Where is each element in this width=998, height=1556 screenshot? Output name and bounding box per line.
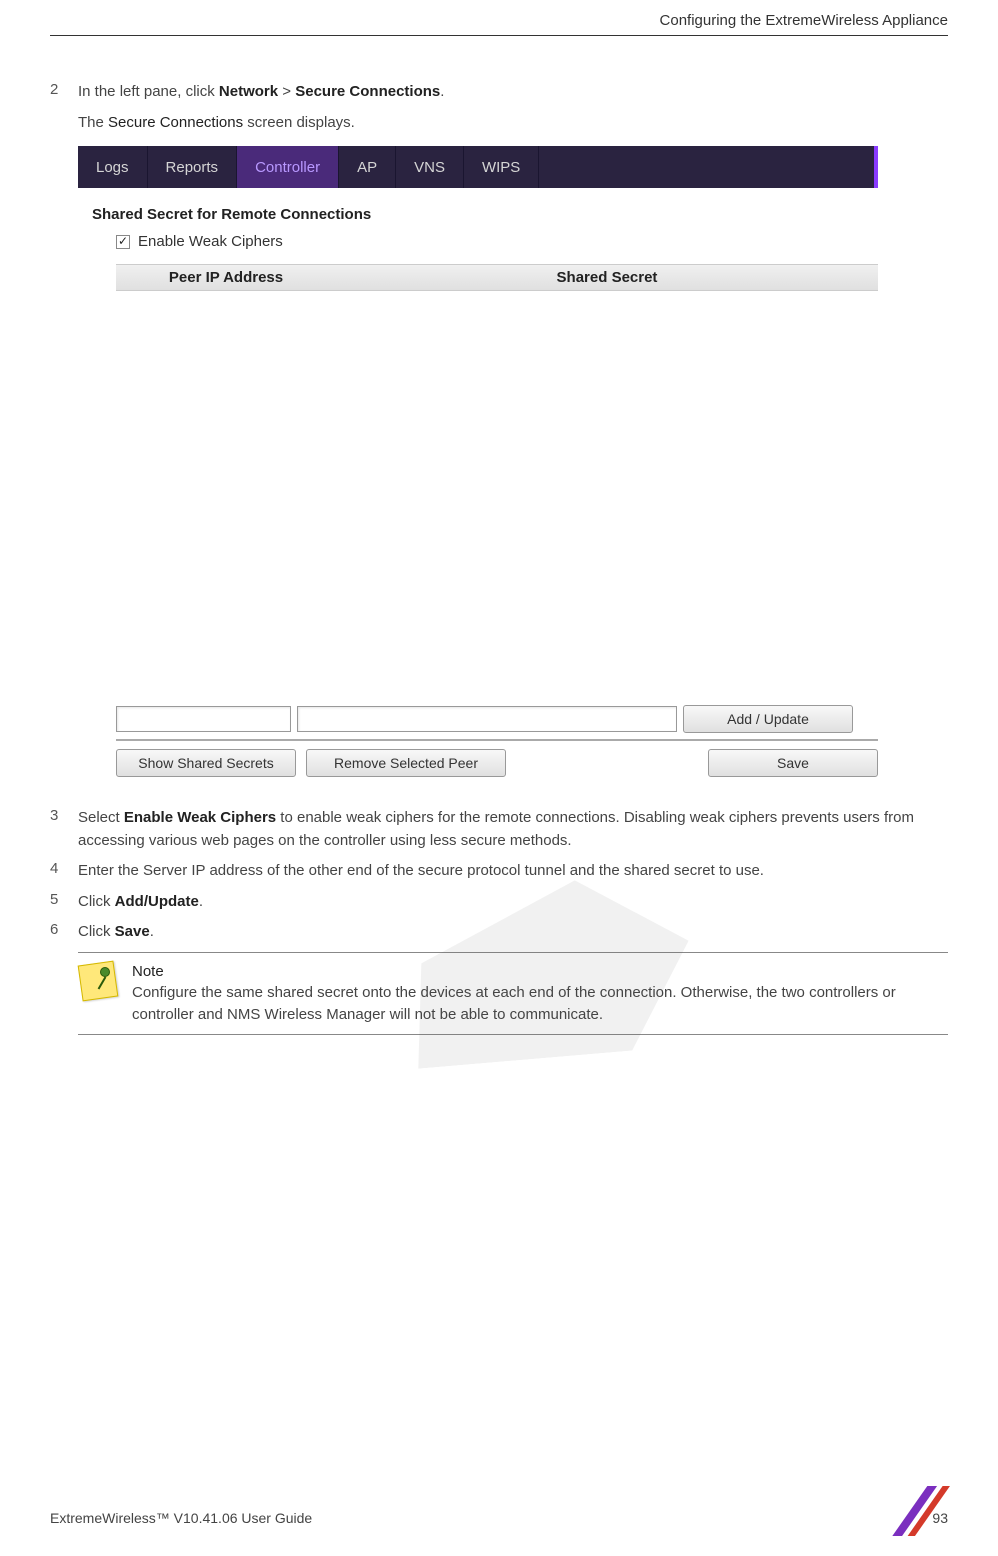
note-icon [78, 961, 120, 1003]
step-text: Select Enable Weak Ciphers to enable wea… [78, 807, 948, 852]
bottom-controls: Add / Update Show Shared Secrets Remove … [116, 699, 878, 777]
peer-ip-input[interactable] [116, 706, 291, 732]
secure-connections-screenshot: Logs Reports Controller AP VNS WIPS Shar… [78, 146, 878, 777]
tab-logs[interactable]: Logs [78, 146, 148, 188]
save-button[interactable]: Save [708, 749, 878, 777]
step-4: 4 Enter the Server IP address of the oth… [50, 860, 948, 883]
step-text: Click Add/Update. [78, 891, 948, 914]
tab-vns[interactable]: VNS [396, 146, 464, 188]
remove-selected-peer-button[interactable]: Remove Selected Peer [306, 749, 506, 777]
page-footer: ExtremeWireless™ V10.41.06 User Guide 93 [50, 1510, 948, 1526]
note-text: Configure the same shared secret onto th… [132, 984, 896, 1023]
note-box: Note Configure the same shared secret on… [78, 952, 948, 1035]
top-tabs: Logs Reports Controller AP VNS WIPS [78, 146, 878, 188]
table-body-empty [116, 291, 878, 691]
tab-wips[interactable]: WIPS [464, 146, 539, 188]
step-text: Enter the Server IP address of the other… [78, 860, 948, 883]
enable-weak-ciphers-label: Enable Weak Ciphers [138, 233, 283, 250]
step-text: Click Save. [78, 921, 948, 944]
step-6: 6 Click Save. [50, 921, 948, 944]
tab-ap[interactable]: AP [339, 146, 396, 188]
step-2-subtext: The Secure Connections screen displays. [78, 112, 948, 135]
col-peer-ip: Peer IP Address [116, 265, 336, 290]
add-update-button[interactable]: Add / Update [683, 705, 853, 733]
footer-accent [878, 1486, 958, 1536]
footer-left: ExtremeWireless™ V10.41.06 User Guide [50, 1510, 312, 1526]
step-number: 6 [50, 921, 78, 944]
col-shared-secret: Shared Secret [336, 265, 878, 290]
step-number: 4 [50, 860, 78, 883]
show-shared-secrets-button[interactable]: Show Shared Secrets [116, 749, 296, 777]
input-row: Add / Update [116, 699, 878, 741]
enable-weak-ciphers-row: Enable Weak Ciphers [116, 233, 878, 250]
table-header: Peer IP Address Shared Secret [116, 264, 878, 291]
tab-reports[interactable]: Reports [148, 146, 238, 188]
step-number: 3 [50, 807, 78, 852]
enable-weak-ciphers-checkbox[interactable] [116, 235, 130, 249]
button-row: Show Shared Secrets Remove Selected Peer… [116, 741, 878, 777]
note-title: Note [132, 963, 164, 980]
page-header: Configuring the ExtremeWireless Applianc… [50, 0, 948, 36]
step-text: In the left pane, click Network > Secure… [78, 81, 948, 104]
page-content: 2 In the left pane, click Network > Secu… [50, 36, 948, 1035]
step-3: 3 Select Enable Weak Ciphers to enable w… [50, 807, 948, 852]
tab-controller[interactable]: Controller [237, 146, 339, 188]
header-title: Configuring the ExtremeWireless Applianc… [660, 12, 948, 29]
shared-secret-panel: Shared Secret for Remote Connections Ena… [78, 188, 878, 777]
step-5: 5 Click Add/Update. [50, 891, 948, 914]
panel-title: Shared Secret for Remote Connections [92, 206, 878, 223]
step-number: 2 [50, 81, 78, 104]
step-2: 2 In the left pane, click Network > Secu… [50, 81, 948, 104]
note-body: Note Configure the same shared secret on… [132, 961, 948, 1026]
step-number: 5 [50, 891, 78, 914]
shared-secret-input[interactable] [297, 706, 677, 732]
